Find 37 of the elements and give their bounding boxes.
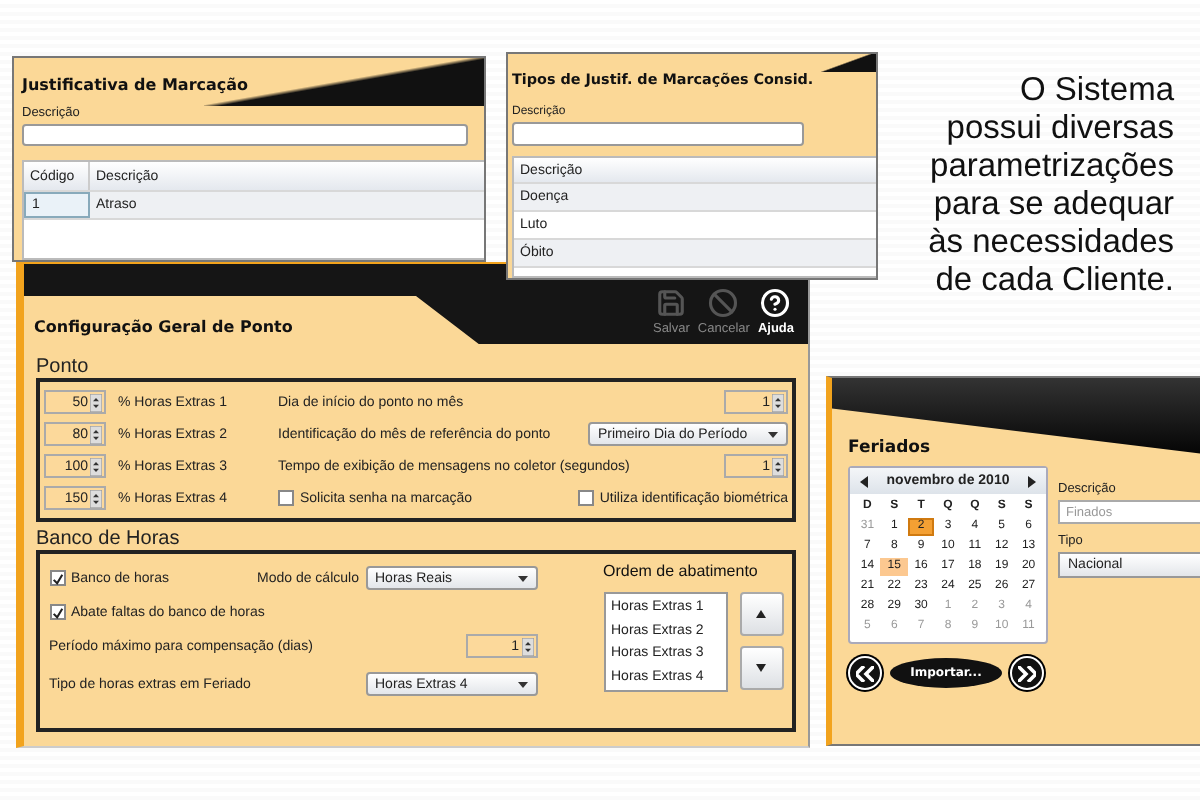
input-field[interactable] bbox=[512, 122, 804, 146]
move-down-button[interactable] bbox=[739, 646, 783, 690]
list-title: Ordem de abatimento bbox=[603, 562, 760, 580]
double-right-icon bbox=[1018, 665, 1036, 681]
down-triangle-icon bbox=[756, 664, 766, 672]
double-left-icon bbox=[856, 665, 874, 681]
spin-arrows-icon bbox=[90, 425, 102, 443]
checkbox[interactable] bbox=[577, 490, 594, 506]
caret-icon bbox=[768, 431, 778, 437]
section-title: Ponto bbox=[36, 356, 91, 378]
next-button[interactable] bbox=[1010, 656, 1044, 690]
up-triangle-icon bbox=[756, 610, 766, 618]
spin-arrows-icon bbox=[90, 457, 102, 475]
spin-arrows-icon bbox=[772, 393, 784, 411]
move-up-button[interactable] bbox=[739, 592, 783, 636]
spin-arrows-icon bbox=[521, 637, 533, 655]
checkbox[interactable] bbox=[49, 570, 65, 586]
caret-icon bbox=[517, 575, 527, 581]
checkbox[interactable] bbox=[49, 604, 65, 620]
cancel-icon bbox=[708, 288, 739, 318]
save-icon bbox=[656, 288, 687, 318]
spin-arrows-icon bbox=[772, 457, 784, 475]
previous-button[interactable] bbox=[848, 656, 882, 690]
window-title: Feriados bbox=[848, 438, 933, 458]
input-field[interactable] bbox=[22, 124, 468, 146]
section-title: Banco de Horas bbox=[36, 528, 182, 550]
checkbox[interactable] bbox=[278, 490, 294, 506]
help-icon bbox=[760, 288, 791, 318]
caret-icon bbox=[517, 681, 527, 687]
previous-month-icon[interactable] bbox=[860, 475, 868, 487]
slide-text: O Sistema possui diversas parametrizações para se adequar às necessidades de cada Cliente. bbox=[926, 72, 1174, 300]
window-title: Configuração Geral de Ponto bbox=[34, 318, 293, 336]
spin-arrows-icon bbox=[90, 393, 102, 411]
window-title: Justificativa de Marcação bbox=[22, 76, 251, 94]
header-band bbox=[816, 54, 876, 72]
spin-arrows-icon bbox=[90, 489, 102, 507]
next-month-icon[interactable] bbox=[1028, 475, 1036, 487]
